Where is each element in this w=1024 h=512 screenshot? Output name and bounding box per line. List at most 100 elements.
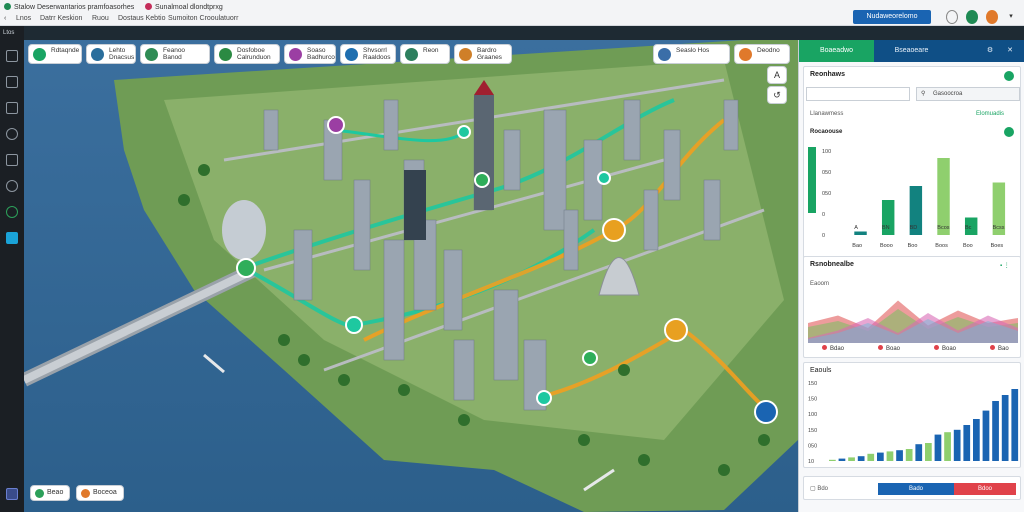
- layer-pill[interactable]: Lehto Dnacsus: [86, 44, 136, 64]
- bar[interactable]: [1011, 389, 1019, 461]
- bar[interactable]: [944, 432, 951, 461]
- bar[interactable]: [854, 231, 867, 236]
- bar[interactable]: [953, 429, 961, 461]
- legend-label: Bao: [998, 346, 1009, 352]
- bar[interactable]: [848, 457, 855, 461]
- globe-icon[interactable]: [6, 206, 18, 218]
- tab-overview[interactable]: Boaeadwo: [799, 40, 874, 62]
- avatar[interactable]: [986, 10, 998, 24]
- y-tick-label: 0: [822, 212, 825, 218]
- browser-topbar: Stalow Deserwantarios pramfoasorhes Suna…: [0, 0, 1024, 26]
- chart2-plot: [808, 300, 1018, 343]
- stats-card: Reonhaws ⚲ Gasoocroa Llanawmess Elomuadis…: [803, 66, 1021, 268]
- footer-label: Bdo: [817, 486, 829, 492]
- bar[interactable]: [982, 410, 990, 461]
- chart1-side-bar: [808, 147, 816, 213]
- footer-primary-button[interactable]: Bado: [878, 483, 954, 495]
- water-icon: [658, 48, 671, 61]
- bar[interactable]: [934, 434, 942, 461]
- tab-title: Sunalmoal dlondtprxg: [155, 4, 223, 11]
- legend-pill[interactable]: Beao: [30, 485, 71, 501]
- nav-link[interactable]: Ruou: [92, 13, 109, 25]
- north-arrow-button[interactable]: A: [767, 66, 787, 84]
- bar[interactable]: [915, 444, 923, 461]
- info-icon[interactable]: [1004, 127, 1014, 137]
- y-tick-label: 150: [808, 381, 817, 387]
- bar[interactable]: [896, 450, 903, 461]
- tab-analytics[interactable]: Bseaoeare: [874, 40, 949, 62]
- bus-icon: [91, 48, 104, 61]
- menu-icon[interactable]: ▾: [1004, 10, 1018, 24]
- legend-pill[interactable]: Boceoa: [76, 485, 124, 501]
- reset-view-button[interactable]: ↺: [767, 86, 787, 104]
- bar[interactable]: [838, 458, 846, 461]
- bar[interactable]: [905, 449, 913, 461]
- legend-label: Beao: [47, 489, 64, 496]
- layer-pill[interactable]: Dosfoboe Calrunduon: [214, 44, 280, 64]
- x-tick-label: Bao: [852, 243, 862, 249]
- nav-link[interactable]: Lnos: [16, 13, 31, 25]
- pill-label: Feanoo Banod: [163, 47, 186, 61]
- status-icon[interactable]: [966, 10, 978, 24]
- right-panel: Boaeadwo Bseaoeare ⚙ ✕ Reonhaws ⚲ Gasoocr…: [798, 40, 1024, 512]
- legend-item: Boao: [878, 345, 900, 352]
- bar[interactable]: [937, 158, 950, 235]
- chat-icon[interactable]: [6, 128, 18, 140]
- inbox-icon[interactable]: [6, 50, 18, 62]
- bar[interactable]: [992, 401, 999, 461]
- bar[interactable]: [925, 443, 932, 461]
- image-icon[interactable]: [6, 102, 18, 114]
- layer-pill-routes[interactable]: Rdtaqnde: [28, 44, 82, 64]
- back-icon[interactable]: ‹: [4, 13, 6, 25]
- layer-pill[interactable]: Seaslo Hos: [653, 44, 730, 64]
- site-icon: [145, 3, 152, 10]
- bar[interactable]: [963, 425, 971, 461]
- pill-label: Bardro Graanes: [477, 47, 502, 61]
- chart2-subtitle: Eaoom: [810, 281, 830, 287]
- y-tick-label: 10: [808, 459, 814, 465]
- search-input[interactable]: [806, 87, 910, 101]
- x-tick-label: Boes: [991, 243, 1004, 249]
- bar[interactable]: [1001, 395, 1009, 461]
- layer-pill[interactable]: Bardro Graanes: [454, 44, 512, 64]
- bar[interactable]: [867, 453, 875, 461]
- gallery-icon[interactable]: [6, 154, 18, 166]
- bar[interactable]: [973, 419, 980, 461]
- layer-pill[interactable]: Reon: [400, 44, 450, 64]
- chart2-menu-icon[interactable]: ▪ ⋮: [1000, 262, 1010, 269]
- help-icon[interactable]: [946, 10, 958, 24]
- chart-icon[interactable]: [6, 76, 18, 88]
- layer-pill[interactable]: Deodno: [734, 44, 790, 64]
- pill-label: Lehto Dnacsus: [109, 47, 135, 61]
- bar[interactable]: [857, 456, 865, 461]
- y-tick-label: 100: [822, 149, 831, 155]
- footer-toggle[interactable]: ▢ Bdo: [810, 485, 828, 492]
- bar[interactable]: [877, 452, 884, 461]
- footer-card: ▢ Bdo Bado Bdoo: [803, 476, 1021, 500]
- x-tick-label: Boo: [908, 243, 918, 249]
- settings-icon[interactable]: [6, 180, 18, 192]
- nav-link[interactable]: Sumoiton Crooulatuorr: [168, 13, 238, 25]
- grid-icon[interactable]: [6, 488, 18, 500]
- pill-label: Seaslo Hos: [676, 47, 710, 54]
- layer-pill[interactable]: Shvsorrl Raaldoos: [340, 44, 396, 64]
- city-map[interactable]: [24, 40, 798, 512]
- legend-label: Bdao: [830, 346, 845, 352]
- nav-link[interactable]: Dostaus Kebtio: [118, 13, 165, 25]
- panel-subtitle-link[interactable]: Elomuadis: [976, 111, 1004, 117]
- bar-category-label: BD: [910, 225, 918, 231]
- site-icon: [4, 3, 11, 10]
- filter-field[interactable]: ⚲ Gasoocroa: [916, 87, 1020, 101]
- nav-link[interactable]: Datrr Keskion: [40, 13, 82, 25]
- layer-pill[interactable]: Feanoo Banod: [140, 44, 210, 64]
- footer-danger-button[interactable]: Bdoo: [954, 483, 1016, 495]
- pill-label: Reon: [423, 47, 439, 54]
- bar[interactable]: [829, 459, 836, 461]
- layer-pill[interactable]: Soaso Badhurco: [284, 44, 336, 64]
- refresh-icon[interactable]: [1004, 71, 1014, 81]
- layers-icon[interactable]: [6, 232, 18, 244]
- bar[interactable]: [886, 451, 894, 461]
- primary-top-button[interactable]: Nudaweorelomo: [853, 10, 931, 24]
- close-icon[interactable]: ✕: [1003, 40, 1017, 62]
- settings-icon[interactable]: ⚙: [983, 40, 997, 62]
